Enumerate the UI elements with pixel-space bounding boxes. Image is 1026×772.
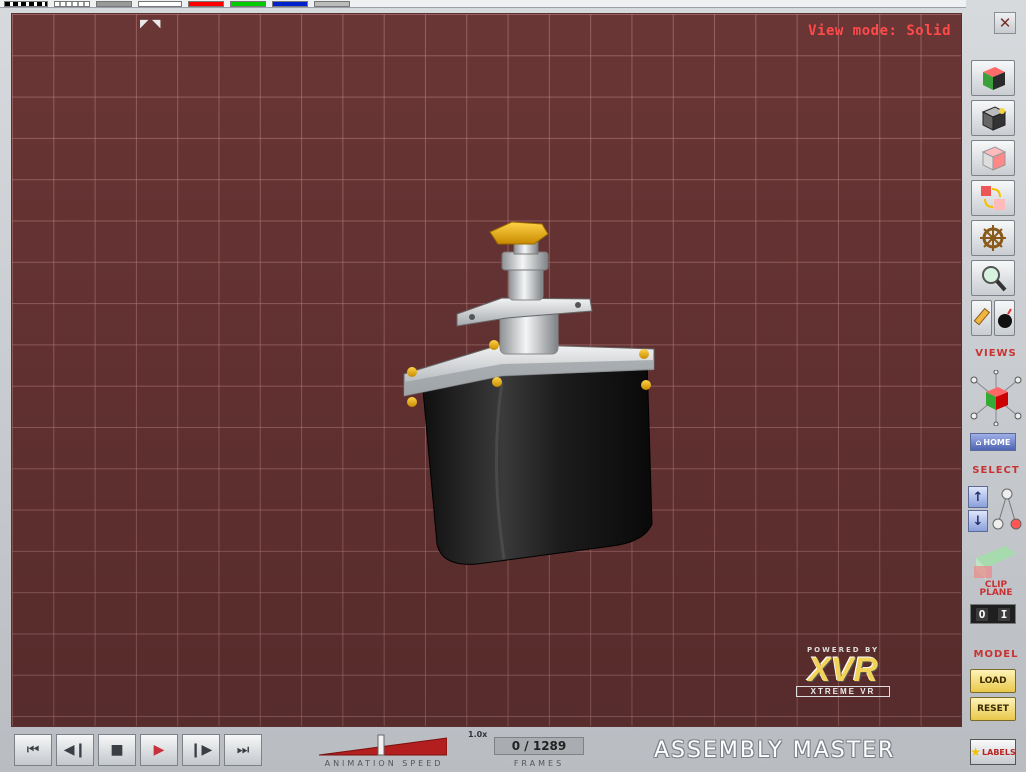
transparent-cube-icon (981, 146, 1007, 171)
step-forward-icon: ❙▶ (189, 742, 213, 758)
stop-button[interactable]: ■ (98, 734, 136, 766)
swatch-gray[interactable] (96, 1, 132, 7)
swatch-red[interactable] (188, 1, 224, 7)
frames-counter: 0 / 1289 (494, 737, 584, 755)
labels-label: LABELS (982, 747, 1016, 757)
toggle-off-label: O (975, 607, 989, 621)
assembly-master-app: ◤ ◥ View mode: Solid POWERED BY XVR XTRE… (0, 0, 1026, 772)
solid-view-button[interactable] (971, 60, 1015, 96)
reset-model-button[interactable]: RESET (970, 697, 1016, 721)
hierarchy-tree-icon (992, 488, 1022, 530)
speed-value: 1.0x (468, 730, 488, 739)
transparent-view-button[interactable] (971, 140, 1015, 176)
ruler-icon (973, 307, 990, 326)
step-back-button[interactable]: ◀❙ (56, 734, 94, 766)
view-cube-icon (970, 369, 1022, 427)
play-button[interactable]: ▶ (140, 734, 178, 766)
labels-button[interactable]: ★ LABELS (970, 739, 1016, 765)
play-icon: ▶ (153, 742, 165, 758)
wireframe-view-button[interactable] (971, 100, 1015, 136)
step-back-icon: ◀❙ (63, 742, 87, 758)
animation-speed-slider[interactable] (319, 734, 447, 756)
speed-slider-knob[interactable] (377, 734, 385, 756)
skip-end-icon: ⏭ (236, 742, 250, 758)
clip-plane-section-label: CLIP PLANE (979, 580, 1013, 598)
explode-bomb-button[interactable] (994, 300, 1015, 336)
last-frame-button[interactable]: ⏭ (224, 734, 262, 766)
stop-icon: ■ (110, 742, 124, 758)
color-strip (0, 0, 966, 8)
swatch-white[interactable] (54, 1, 90, 7)
model-section-label: MODEL (973, 649, 1019, 660)
rotate-wheel-button[interactable] (971, 220, 1015, 256)
select-section-label: SELECT (972, 465, 1020, 476)
swatch-black[interactable] (4, 1, 48, 7)
load-model-button[interactable]: LOAD (970, 669, 1016, 693)
home-label: HOME (983, 437, 1011, 447)
swatch-blue[interactable] (272, 1, 308, 7)
clip-plane-icon (974, 546, 1016, 580)
ship-wheel-icon (980, 225, 1006, 251)
cursor-icon: ◤ ◥ (140, 17, 161, 30)
explode-view-button[interactable] (971, 180, 1015, 216)
step-forward-button[interactable]: ❙▶ (182, 734, 220, 766)
close-button[interactable]: ✕ (994, 12, 1016, 34)
home-view-button[interactable]: ⌂ HOME (970, 433, 1016, 451)
frames-label: FRAMES (513, 759, 565, 768)
toggle-on-label: I (997, 607, 1011, 621)
speed-label: ANIMATION SPEED (324, 759, 444, 768)
app-brand-title: ASSEMBLY MASTER (654, 738, 896, 763)
view-cube-widget[interactable] (970, 369, 1022, 430)
zoom-button[interactable] (971, 260, 1015, 296)
assembly-model[interactable] (382, 204, 672, 574)
first-frame-button[interactable]: ⏮ (14, 734, 52, 766)
wire-cube-icon (981, 106, 1007, 131)
swatch-white-plain[interactable] (138, 1, 182, 7)
measure-button[interactable] (971, 300, 992, 336)
swatch-silver[interactable] (314, 1, 350, 7)
explode-cubes-icon (981, 186, 1005, 210)
clip-plane-toggle[interactable]: O I (970, 604, 1016, 624)
solid-cube-icon (983, 67, 1005, 90)
view-mode-indicator: View mode: Solid (808, 23, 951, 39)
select-child-button[interactable]: ↓ (968, 510, 988, 532)
select-parent-button[interactable]: ↑ (968, 486, 988, 508)
views-section-label: VIEWS (975, 348, 1017, 359)
skip-start-icon: ⏮ (26, 742, 40, 758)
house-icon: ⌂ (975, 437, 982, 447)
swatch-green[interactable] (230, 1, 266, 7)
magnifier-icon (982, 266, 1007, 292)
bomb-icon (997, 308, 1012, 328)
3d-viewport[interactable]: ◤ ◥ View mode: Solid POWERED BY XVR XTRE… (11, 13, 962, 727)
xvr-logo: POWERED BY XVR XTREME VR (796, 646, 890, 702)
playback-bar: ⏮ ◀❙ ■ ▶ ❙▶ ⏭ 1.0x ANIMATION SPEED 0 / 1… (0, 728, 966, 772)
logo-mark: XVR (808, 651, 878, 689)
star-icon: ★ (970, 745, 982, 759)
right-toolbar: ✕ VIEWS ⌂ HOME SELECT ↑ ↓ CLIP PLANE O I… (966, 8, 1024, 772)
